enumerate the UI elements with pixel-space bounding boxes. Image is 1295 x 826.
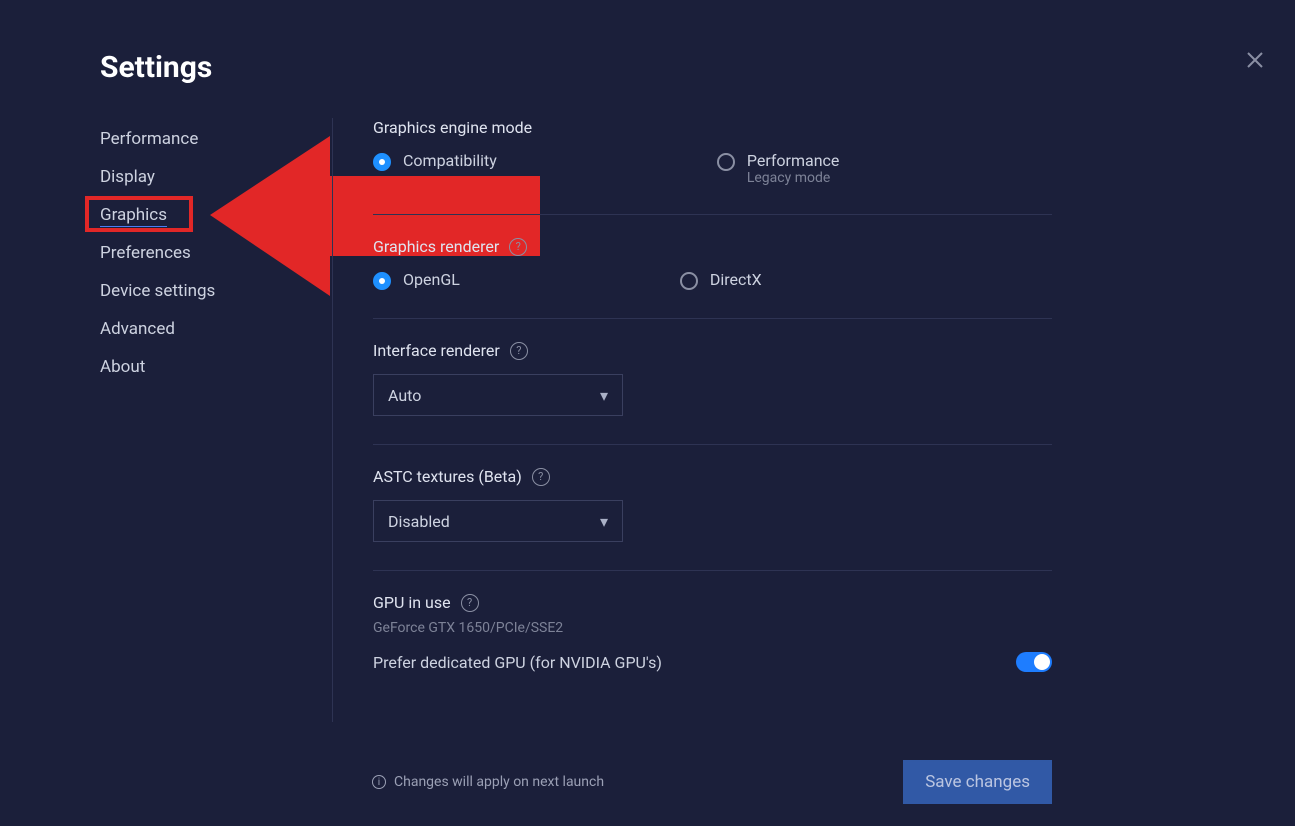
section-title-graphics-renderer: Graphics renderer (373, 237, 499, 256)
main-panel: Graphics engine mode Compatibility Perfo… (332, 118, 1052, 722)
section-graphics-renderer: Graphics renderer ? OpenGL DirectX (373, 237, 1052, 319)
select-astc[interactable]: Disabled ▾ (373, 500, 623, 542)
section-interface-renderer: Interface renderer ? Auto ▾ (373, 341, 1052, 445)
help-icon[interactable]: ? (510, 342, 528, 360)
radio-icon (680, 272, 698, 290)
radio-performance[interactable]: Performance Legacy mode (717, 151, 840, 186)
section-gpu: GPU in use ? GeForce GTX 1650/PCIe/SSE2 … (373, 593, 1052, 700)
radio-compatibility[interactable]: Compatibility (373, 151, 497, 186)
radio-opengl[interactable]: OpenGL (373, 270, 460, 290)
radio-directx[interactable]: DirectX (680, 270, 762, 290)
chevron-down-icon: ▾ (600, 386, 608, 405)
help-icon[interactable]: ? (509, 238, 527, 256)
radio-label: Compatibility (403, 151, 497, 170)
sidebar-item-performance[interactable]: Performance (100, 120, 330, 158)
section-title-gpu: GPU in use (373, 593, 451, 612)
radio-icon (373, 272, 391, 290)
toggle-dedicated-gpu[interactable] (1016, 652, 1052, 672)
radio-label: OpenGL (403, 270, 460, 289)
sidebar-item-device-settings[interactable]: Device settings (100, 272, 330, 310)
select-value: Auto (388, 386, 421, 405)
save-changes-button[interactable]: Save changes (903, 760, 1052, 804)
radio-label: DirectX (710, 270, 762, 289)
radio-icon (717, 153, 735, 171)
close-icon (1245, 50, 1265, 70)
sidebar-item-about[interactable]: About (100, 348, 330, 386)
help-icon[interactable]: ? (461, 594, 479, 612)
section-engine-mode: Graphics engine mode Compatibility Perfo… (373, 118, 1052, 215)
help-icon[interactable]: ? (532, 468, 550, 486)
section-title-engine-mode: Graphics engine mode (373, 118, 1052, 137)
chevron-down-icon: ▾ (600, 512, 608, 531)
section-astc: ASTC textures (Beta) ? Disabled ▾ (373, 467, 1052, 571)
info-icon: i (372, 775, 386, 789)
gpu-in-use-value: GeForce GTX 1650/PCIe/SSE2 (373, 620, 1052, 636)
sidebar-item-preferences[interactable]: Preferences (100, 234, 330, 272)
sidebar-item-advanced[interactable]: Advanced (100, 310, 330, 348)
radio-sublabel: Legacy mode (747, 170, 840, 186)
sidebar: Performance Display Graphics Preferences… (100, 120, 330, 386)
toggle-label-dedicated-gpu: Prefer dedicated GPU (for NVIDIA GPU's) (373, 653, 662, 672)
page-title: Settings (100, 50, 212, 85)
radio-icon (373, 153, 391, 171)
sidebar-item-display[interactable]: Display (100, 158, 330, 196)
footer: i Changes will apply on next launch Save… (372, 760, 1052, 804)
close-button[interactable] (1245, 50, 1265, 74)
section-title-interface-renderer: Interface renderer (373, 341, 500, 360)
sidebar-item-graphics[interactable]: Graphics (100, 196, 330, 234)
select-value: Disabled (388, 512, 450, 531)
footer-notice: Changes will apply on next launch (394, 774, 604, 790)
section-title-astc: ASTC textures (Beta) (373, 467, 522, 486)
toggle-knob (1034, 654, 1050, 670)
select-interface-renderer[interactable]: Auto ▾ (373, 374, 623, 416)
radio-label: Performance (747, 151, 840, 170)
